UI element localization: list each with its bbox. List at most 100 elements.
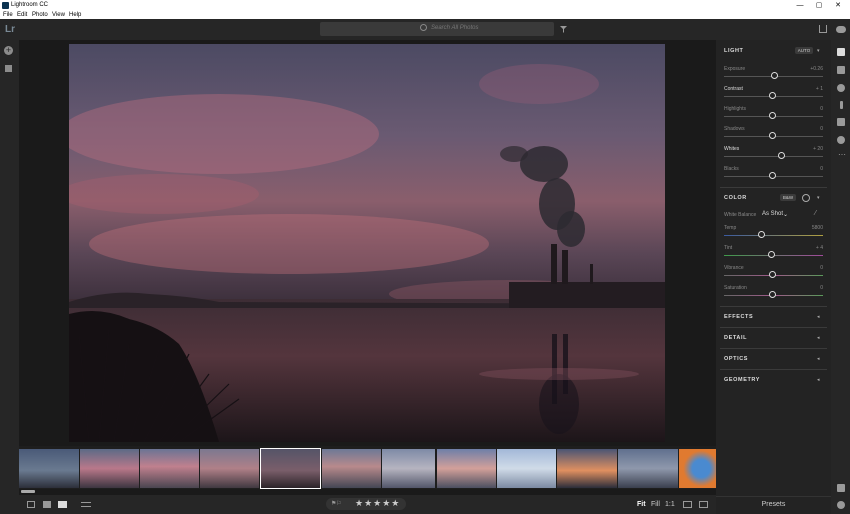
brush-icon[interactable]: [840, 101, 843, 109]
info-icon[interactable]: [837, 501, 845, 509]
auto-button[interactable]: AUTO: [795, 47, 813, 54]
saturation-value[interactable]: 0: [795, 285, 823, 291]
star-rating[interactable]: ★★★★★: [355, 498, 400, 509]
shadows-label: Shadows: [724, 126, 745, 132]
share-icon[interactable]: [819, 25, 827, 33]
menu-photo[interactable]: Photo: [32, 12, 48, 18]
photo-grid-icon[interactable]: [43, 501, 51, 508]
filmstrip-thumbnail[interactable]: [437, 449, 496, 488]
blacks-slider-knob[interactable]: [769, 172, 776, 179]
menu-bar: File Edit Photo View Help: [0, 11, 850, 19]
whites-slider-knob[interactable]: [778, 152, 785, 159]
contrast-label: Contrast: [724, 86, 743, 92]
eyedropper-icon[interactable]: ⁄: [815, 210, 822, 217]
exposure-value[interactable]: +0.26: [795, 66, 823, 72]
color-section-title[interactable]: COLOR: [724, 195, 747, 201]
contrast-slider-knob[interactable]: [769, 92, 776, 99]
filmstrip-thumbnail[interactable]: [140, 449, 199, 488]
light-section-title[interactable]: LIGHT: [724, 48, 744, 54]
info-panel-icon[interactable]: [699, 501, 708, 508]
tint-slider-knob[interactable]: [768, 251, 775, 258]
blacks-value[interactable]: 0: [795, 166, 823, 172]
menu-help[interactable]: Help: [69, 12, 81, 18]
highlights-slider-knob[interactable]: [769, 112, 776, 119]
tint-label: Tint: [724, 245, 733, 251]
library-icon[interactable]: [5, 65, 12, 72]
contrast-value[interactable]: + 1: [795, 86, 823, 92]
white-balance-dropdown[interactable]: As Shot: [762, 211, 783, 217]
lightroom-logo: Lr: [5, 24, 15, 35]
temp-track[interactable]: [724, 235, 823, 236]
geometry-expand-icon[interactable]: ◂: [817, 377, 820, 383]
shadows-slider-knob[interactable]: [769, 132, 776, 139]
menu-file[interactable]: File: [3, 12, 13, 18]
exposure-label: Exposure: [724, 66, 746, 72]
detail-expand-icon[interactable]: ◂: [817, 335, 820, 341]
tag-icon[interactable]: [837, 484, 845, 492]
section-divider: [720, 327, 827, 328]
whites-track[interactable]: [724, 156, 823, 157]
vibrance-slider-knob[interactable]: [769, 271, 776, 278]
filmstrip-thumbnail-selected[interactable]: [260, 448, 321, 489]
blacks-label: Blacks: [724, 166, 739, 172]
bw-button[interactable]: B&W: [780, 194, 796, 201]
maximize-button[interactable]: ▢: [813, 1, 825, 10]
filmstrip-thumbnail[interactable]: [618, 449, 678, 488]
detail-view-icon[interactable]: [58, 501, 67, 508]
temp-value[interactable]: 5800: [795, 225, 823, 231]
effects-expand-icon[interactable]: ◂: [817, 314, 820, 320]
left-rail: [0, 40, 19, 514]
tint-value[interactable]: + 4: [795, 245, 823, 251]
detail-section-title[interactable]: DETAIL: [724, 335, 747, 341]
filmstrip-scrollbar[interactable]: [21, 490, 35, 493]
filmstrip-thumbnail[interactable]: [200, 449, 259, 488]
color-collapse-icon[interactable]: ▾: [817, 195, 820, 201]
section-divider: [720, 187, 827, 188]
cloud-sync-icon[interactable]: [836, 26, 846, 33]
compare-icon[interactable]: [683, 501, 692, 508]
sort-icon[interactable]: [81, 502, 91, 507]
color-mixer-icon[interactable]: [802, 194, 810, 202]
zoom-1to1-button[interactable]: 1:1: [665, 501, 675, 508]
filter-icon[interactable]: [560, 26, 567, 33]
menu-edit[interactable]: Edit: [17, 12, 27, 18]
zoom-fill-button[interactable]: Fill: [651, 501, 660, 508]
minimize-button[interactable]: —: [794, 1, 806, 10]
filmstrip-thumbnail[interactable]: [80, 449, 139, 488]
presets-button[interactable]: Presets: [716, 501, 831, 508]
whites-value[interactable]: + 20: [795, 146, 823, 152]
flag-icon[interactable]: ⚑⚐: [331, 500, 347, 507]
shadows-value[interactable]: 0: [795, 126, 823, 132]
optics-section-title[interactable]: OPTICS: [724, 356, 748, 362]
crop-icon[interactable]: [837, 66, 845, 74]
more-icon[interactable]: ⋯: [838, 150, 846, 159]
close-button[interactable]: ✕: [832, 1, 844, 10]
radial-gradient-icon[interactable]: [837, 136, 845, 144]
highlights-value[interactable]: 0: [795, 106, 823, 112]
light-collapse-icon[interactable]: ▾: [817, 48, 820, 54]
effects-section-title[interactable]: EFFECTS: [724, 314, 753, 320]
edit-sliders-icon[interactable]: [837, 48, 845, 56]
zoom-fit-button[interactable]: Fit: [637, 501, 646, 508]
filmstrip-thumbnail[interactable]: [19, 449, 79, 488]
saturation-slider-knob[interactable]: [769, 291, 776, 298]
chevron-down-icon[interactable]: ⌄: [783, 211, 788, 218]
filmstrip-thumbnail[interactable]: [557, 449, 617, 488]
menu-view[interactable]: View: [52, 12, 65, 18]
add-photos-icon[interactable]: +: [4, 46, 13, 55]
filmstrip-thumbnail[interactable]: [322, 449, 381, 488]
square-grid-icon[interactable]: [27, 501, 35, 508]
search-input[interactable]: Search All Photos: [320, 22, 554, 36]
filmstrip-thumbnail[interactable]: [382, 449, 435, 488]
vibrance-value[interactable]: 0: [795, 265, 823, 271]
section-divider: [720, 306, 827, 307]
filmstrip-thumbnail[interactable]: [679, 449, 716, 488]
temp-slider-knob[interactable]: [758, 231, 765, 238]
healing-brush-icon[interactable]: [837, 84, 845, 92]
filmstrip-thumbnail[interactable]: [497, 449, 556, 488]
linear-gradient-icon[interactable]: [837, 118, 845, 126]
geometry-section-title[interactable]: GEOMETRY: [724, 377, 760, 383]
exposure-slider-knob[interactable]: [771, 72, 778, 79]
app-icon: [2, 2, 9, 9]
optics-expand-icon[interactable]: ◂: [817, 356, 820, 362]
